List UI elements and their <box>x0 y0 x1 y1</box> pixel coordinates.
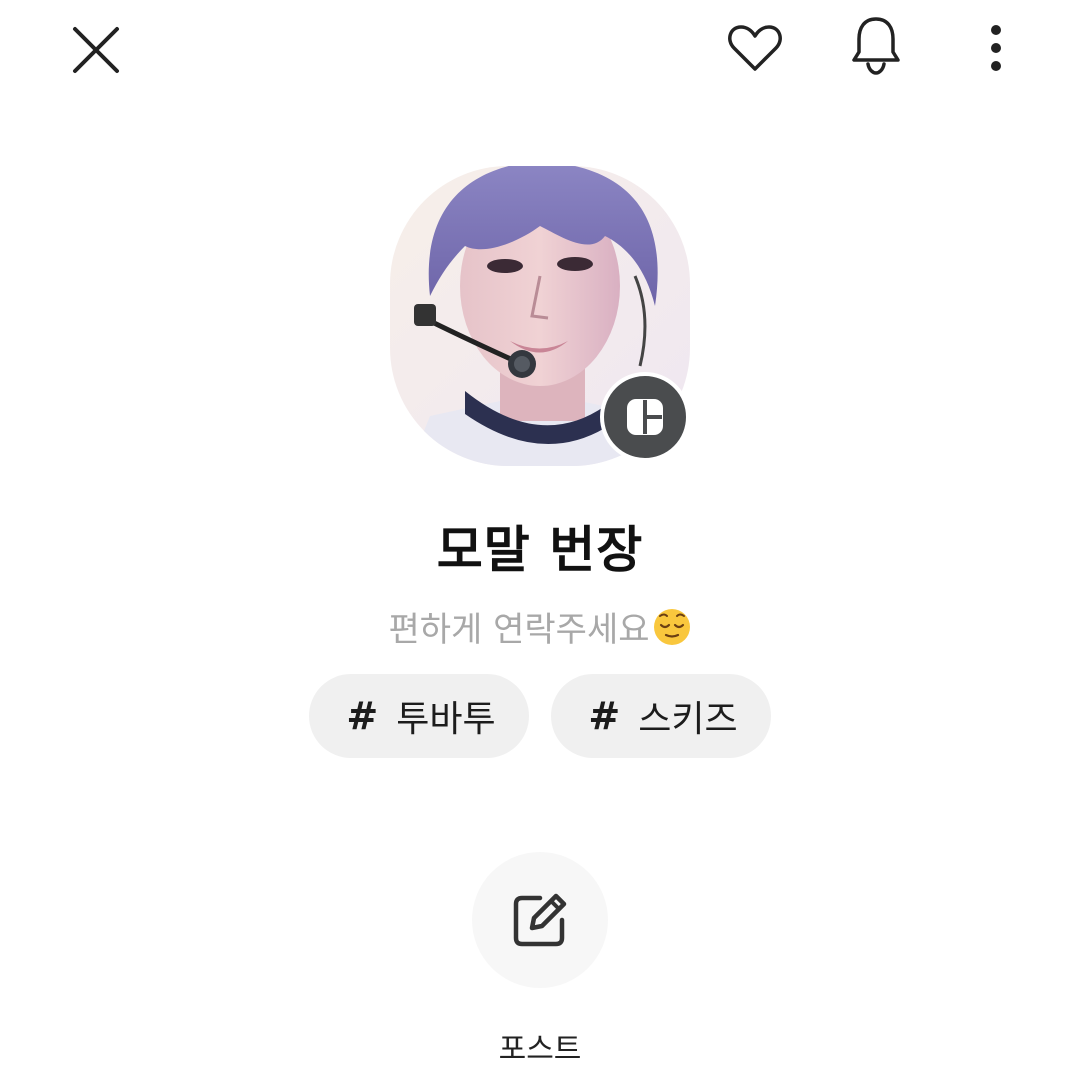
hash-icon: # <box>588 694 621 738</box>
hashtag-chip[interactable]: # 투바투 <box>309 674 529 758</box>
profile-mode-badge[interactable] <box>600 372 690 462</box>
more-vertical-icon <box>991 25 1001 71</box>
bell-icon <box>852 17 900 75</box>
profile-avatar-container[interactable] <box>390 166 690 466</box>
hashtag-list: # 투바투 # 스키즈 <box>0 674 1080 758</box>
status-message-row: 편하게 연락주세요 <box>0 602 1080 651</box>
close-button[interactable] <box>66 20 126 80</box>
hashtag-chip[interactable]: # 스키즈 <box>551 674 771 758</box>
profile-page: 모말 번장 편하게 연락주세요 # 투바투 # 스키즈 포스트 <box>0 0 1080 1080</box>
profile-name: 모말 번장 <box>436 521 644 579</box>
edit-icon <box>513 893 567 947</box>
notification-button[interactable] <box>846 12 906 78</box>
status-message: 편하게 연락주세요 <box>388 610 650 650</box>
more-options-button[interactable] <box>978 16 1014 80</box>
hash-icon: # <box>346 694 379 738</box>
profile-mode-icon <box>627 399 663 435</box>
close-icon <box>73 27 119 73</box>
relieved-face-emoji <box>653 608 690 645</box>
post-label[interactable]: 포스트 <box>0 1024 1080 1068</box>
post-button[interactable] <box>472 852 608 988</box>
hashtag-label: 투바투 <box>396 699 496 740</box>
heart-icon <box>728 25 782 71</box>
favorite-button[interactable] <box>722 16 788 80</box>
hashtag-label: 스키즈 <box>638 699 738 740</box>
